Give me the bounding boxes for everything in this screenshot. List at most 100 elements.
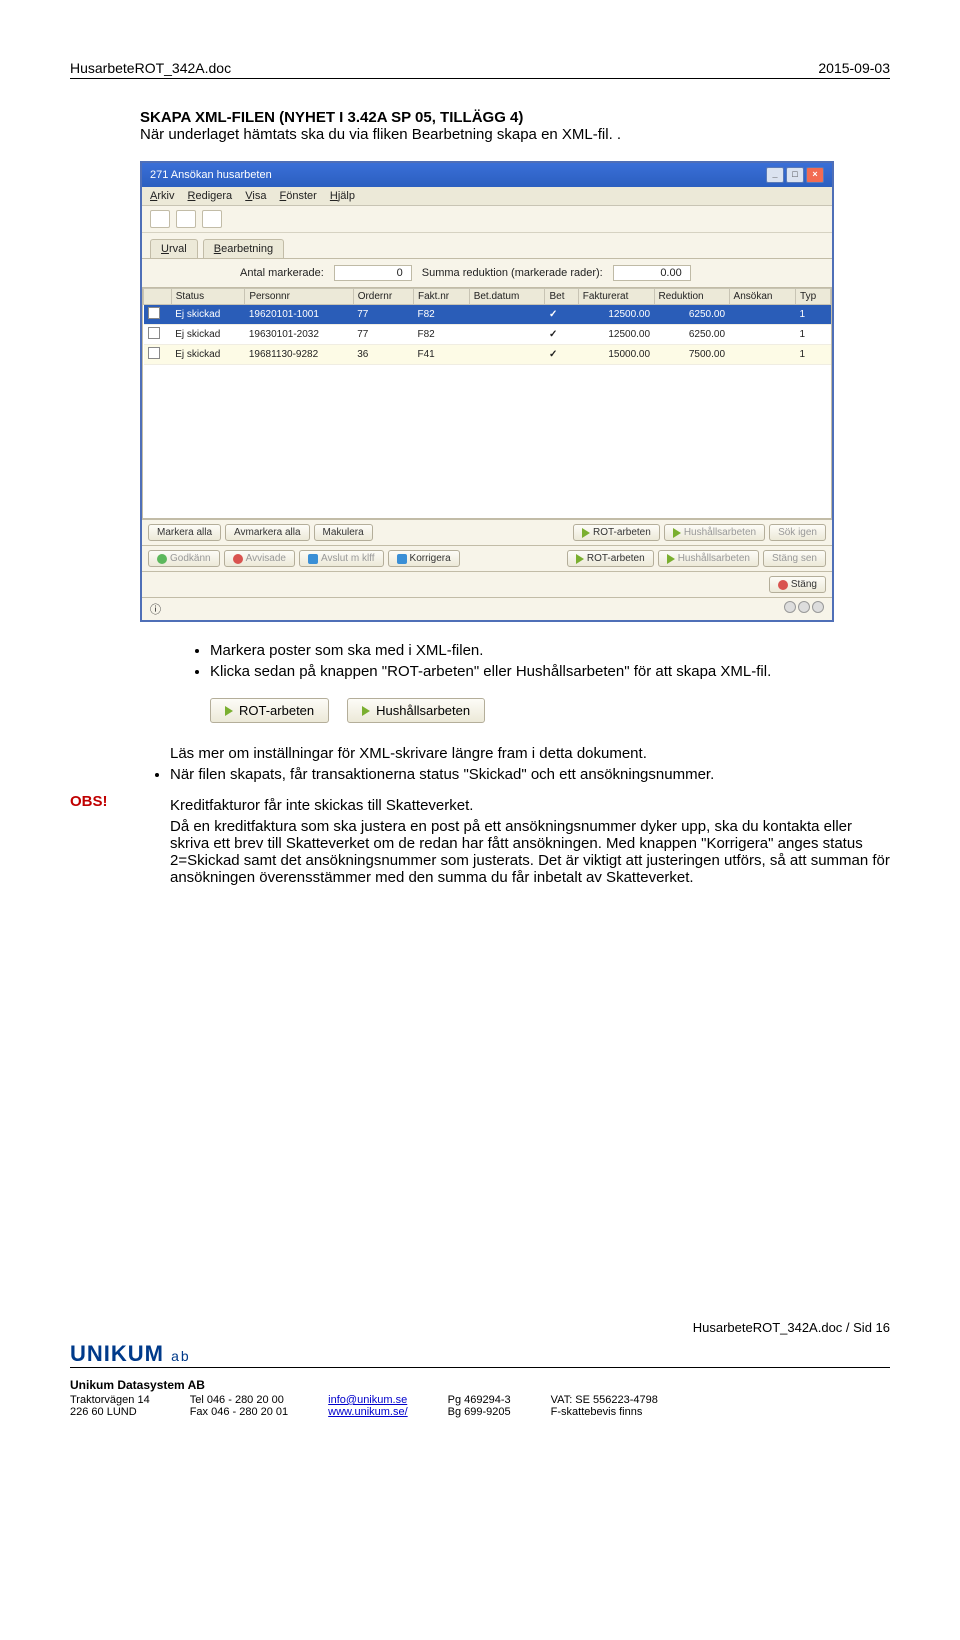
table-row[interactable]: Ej skickad 19630101-2032 77 F82 ✓ 12500.…	[144, 325, 831, 345]
grid-summary: Antal markerade: 0 Summa reduktion (mark…	[142, 258, 832, 287]
godkann-button[interactable]: Godkänn	[148, 550, 220, 567]
stang-sen-button[interactable]: Stäng sen	[763, 550, 826, 567]
footer-pagenum: HusarbeteROT_342A.doc / Sid 16	[70, 1320, 890, 1335]
doc-date: 2015-09-03	[818, 60, 890, 76]
col-typ[interactable]: Typ	[796, 289, 831, 305]
check-icon	[157, 554, 167, 564]
markera-alla-button[interactable]: Markera alla	[148, 524, 221, 541]
hushall-button-2[interactable]: Hushållsarbeten	[658, 550, 759, 567]
arrow-right-icon	[225, 706, 233, 716]
x-icon	[233, 554, 243, 564]
obs-para-2: Då en kreditfaktura som ska justera en p…	[170, 818, 890, 886]
bullet-item: Markera poster som ska med i XML-filen.	[210, 642, 890, 659]
rot-arbeten-button[interactable]: ROT-arbeten	[573, 524, 660, 541]
section-subtitle: När underlaget hämtats ska du via fliken…	[140, 126, 890, 143]
col-reduktion[interactable]: Reduktion	[654, 289, 729, 305]
stang-button[interactable]: Stäng	[769, 576, 826, 593]
col-ansokan[interactable]: Ansökan	[729, 289, 796, 305]
toolbar-icon-3[interactable]	[202, 210, 222, 228]
button-bar-2: Godkänn Avvisade Avslut m klff Korrigera…	[142, 545, 832, 571]
table-row[interactable]: Ej skickad 19681130-9282 36 F41 ✓ 15000.…	[144, 345, 831, 365]
footer-web-link[interactable]: www.unikum.se/	[328, 1406, 407, 1418]
menubar: Arkiv Redigera Visa Fönster Hjälp	[142, 187, 832, 206]
toolbar	[142, 206, 832, 233]
toolbar-icon-1[interactable]	[150, 210, 170, 228]
window-close-icon[interactable]: ×	[806, 167, 824, 183]
footer-phone: Tel 046 - 280 20 00Fax 046 - 280 20 01	[190, 1394, 288, 1418]
col-fakturerat[interactable]: Fakturerat	[578, 289, 654, 305]
rot-arbeten-button-2[interactable]: ROT-arbeten	[567, 550, 654, 567]
menu-redigera[interactable]: Redigera	[188, 190, 233, 202]
footer-company-name: Unikum Datasystem AB	[70, 1378, 890, 1392]
close-icon	[778, 580, 788, 590]
makulera-button[interactable]: Makulera	[314, 524, 373, 541]
window-titlebar: 271 Ansökan husarbeten _ □ ×	[142, 163, 832, 187]
col-bet[interactable]: Bet	[545, 289, 578, 305]
menu-fonster[interactable]: Fönster	[280, 190, 317, 202]
table-row[interactable]: Ej skickad 19620101-1001 77 F82 ✓ 12500.…	[144, 305, 831, 325]
col-status[interactable]: Status	[171, 289, 245, 305]
arrow-right-icon	[673, 528, 681, 538]
col-ordernr[interactable]: Ordernr	[353, 289, 413, 305]
app-window-screenshot: 271 Ansökan husarbeten _ □ × Arkiv Redig…	[140, 161, 834, 622]
row-checkbox[interactable]	[148, 347, 160, 359]
korrigera-button[interactable]: Korrigera	[388, 550, 460, 567]
window-min-icon[interactable]: _	[766, 167, 784, 183]
footer-address: Traktorvägen 14226 60 LUND	[70, 1394, 150, 1418]
hushall-button[interactable]: Hushållsarbeten	[664, 524, 765, 541]
arrow-right-icon	[582, 528, 590, 538]
header-rule	[70, 78, 890, 79]
obs-para-1: Kreditfakturor får inte skickas till Ska…	[170, 797, 890, 814]
bullet-list-2: När filen skapats, får transaktionerna s…	[170, 766, 890, 783]
toolbar-icon-2[interactable]	[176, 210, 196, 228]
statusbar-info-icon: ⓘ	[150, 601, 161, 617]
statusbar: ⓘ	[142, 597, 832, 620]
footer-logo: UNIKUM ab	[70, 1341, 890, 1367]
pre-line: Läs mer om inställningar för XML-skrivar…	[170, 745, 890, 762]
edit-icon	[397, 554, 407, 564]
avslut-button[interactable]: Avslut m klff	[299, 550, 384, 567]
rot-arbeten-inline-button[interactable]: ROT-arbeten	[210, 698, 329, 723]
count-field[interactable]: 0	[334, 265, 412, 281]
footer-email-link[interactable]: info@unikum.se	[328, 1394, 407, 1406]
tabbar: Urval Bearbetning	[142, 233, 832, 258]
sum-field[interactable]: 0.00	[613, 265, 691, 281]
footer-vat: VAT: SE 556223-4798F-skattebevis finns	[551, 1394, 658, 1418]
col-faktnr[interactable]: Fakt.nr	[414, 289, 470, 305]
count-label: Antal markerade:	[240, 267, 324, 279]
avmarkera-alla-button[interactable]: Avmarkera alla	[225, 524, 310, 541]
obs-label: OBS!	[70, 745, 140, 810]
bullet-list-1: Markera poster som ska med i XML-filen. …	[170, 642, 890, 680]
data-grid[interactable]: Status Personnr Ordernr Fakt.nr Bet.datu…	[142, 287, 832, 519]
doc-name: HusarbeteROT_342A.doc	[70, 60, 231, 76]
doc-header: HusarbeteROT_342A.doc 2015-09-03	[70, 60, 890, 76]
window-max-icon[interactable]: □	[786, 167, 804, 183]
bullet-item: När filen skapats, får transaktionerna s…	[170, 766, 890, 783]
row-checkbox[interactable]	[148, 307, 160, 319]
col-betdatum[interactable]: Bet.datum	[469, 289, 545, 305]
arrow-right-icon	[667, 554, 675, 564]
menu-hjalp[interactable]: Hjälp	[330, 190, 355, 202]
avvisade-button[interactable]: Avvisade	[224, 550, 295, 567]
doc-icon	[308, 554, 318, 564]
hushall-inline-button[interactable]: Hushållsarbeten	[347, 698, 485, 723]
inline-buttons-screenshot: ROT-arbeten Hushållsarbeten	[210, 698, 890, 723]
page-footer: HusarbeteROT_342A.doc / Sid 16 UNIKUM ab…	[70, 1320, 890, 1418]
footer-accounts: Pg 469294-3Bg 699-9205	[448, 1394, 511, 1418]
sok-igen-button[interactable]: Sök igen	[769, 524, 826, 541]
menu-visa[interactable]: Visa	[245, 190, 266, 202]
footer-links: info@unikum.se www.unikum.se/	[328, 1394, 407, 1418]
button-bar-3: Stäng	[142, 571, 832, 597]
col-personnr[interactable]: Personnr	[245, 289, 353, 305]
bullet-item: Klicka sedan på knappen "ROT-arbeten" el…	[210, 663, 890, 680]
tab-urval[interactable]: Urval	[150, 239, 198, 258]
tab-bearbetning[interactable]: Bearbetning	[203, 239, 284, 258]
section-title: SKAPA XML-FILEN (NYHET I 3.42A SP 05, TI…	[140, 109, 890, 126]
window-title: 271 Ansökan husarbeten	[150, 169, 272, 181]
row-checkbox[interactable]	[148, 327, 160, 339]
button-bar-1: Markera alla Avmarkera alla Makulera ROT…	[142, 519, 832, 545]
arrow-right-icon	[576, 554, 584, 564]
arrow-right-icon	[362, 706, 370, 716]
menu-arkiv[interactable]: Arkiv	[150, 190, 174, 202]
sum-label: Summa reduktion (markerade rader):	[422, 267, 603, 279]
